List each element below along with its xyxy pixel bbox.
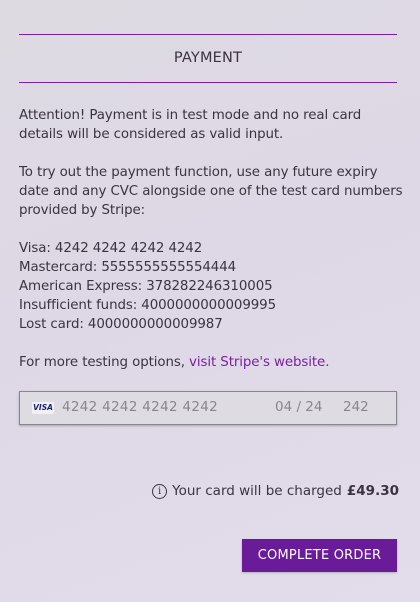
- test-card-visa: Visa: 4242 4242 4242 4242: [19, 241, 203, 256]
- top-divider: [19, 34, 397, 35]
- charge-amount: £49.30: [346, 483, 399, 499]
- visa-icon: VISA: [32, 402, 54, 414]
- test-card-insufficient: Insufficient funds: 4000000000009995: [19, 298, 277, 313]
- complete-order-button[interactable]: COMPLETE ORDER: [242, 539, 397, 572]
- instructions-block: To try out the payment function, use any…: [19, 163, 404, 220]
- stripe-website-link[interactable]: visit Stripe's website.: [189, 355, 329, 370]
- attention-text: Attention! Payment is in test mode and n…: [19, 108, 362, 142]
- card-expiry-input[interactable]: 04 / 24: [275, 399, 323, 415]
- instructions-text: To try out the payment function, use any…: [19, 165, 403, 218]
- title-divider: [19, 82, 397, 83]
- info-icon: i: [152, 483, 168, 499]
- test-mode-notice: Attention! Payment is in test mode and n…: [19, 106, 404, 144]
- section-title: PAYMENT: [173, 50, 243, 66]
- test-card-mastercard: Mastercard: 5555555555554444: [19, 260, 237, 275]
- card-number-input[interactable]: 4242 4242 4242 4242: [62, 399, 218, 415]
- more-options-line: For more testing options, visit Stripe's…: [19, 353, 404, 372]
- test-card-lost: Lost card: 4000000000009987: [19, 317, 223, 332]
- charge-text: Your card will be charged: [172, 483, 342, 499]
- more-options-text: For more testing options,: [19, 355, 190, 370]
- card-input-field[interactable]: VISA 4242 4242 4242 4242 04 / 24 242: [19, 391, 397, 425]
- card-cvc-input[interactable]: 242: [343, 399, 369, 415]
- test-card-amex: American Express: 378282246310005: [19, 279, 273, 294]
- charge-summary: i Your card will be charged £49.30: [152, 483, 399, 499]
- test-card-list: Visa: 4242 4242 4242 4242 Mastercard: 55…: [19, 239, 404, 334]
